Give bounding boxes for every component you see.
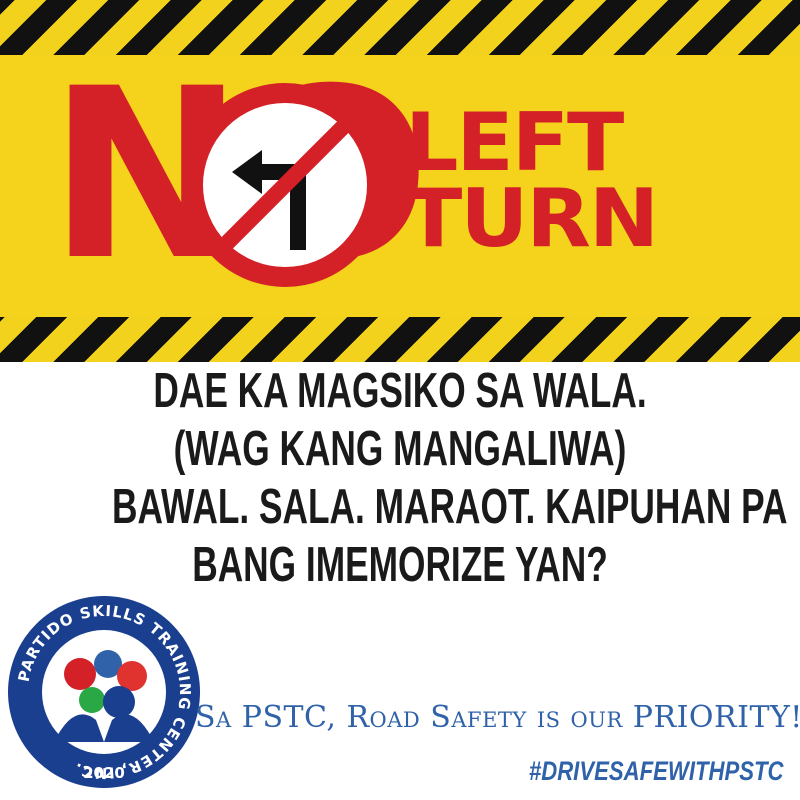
message-line-3: BAWAL. SALA. MARAOT. KAIPUHAN PA xyxy=(112,480,788,534)
no-left-turn-sign-icon xyxy=(183,83,387,287)
message-line-2: (WAG KANG MANGALIWA) xyxy=(173,422,627,476)
pstc-logo: PARTIDO SKILLS TRAINING CENTER, INC. 202… xyxy=(8,596,200,788)
turn-word: TURN xyxy=(405,172,659,265)
left-word: LEFT xyxy=(405,96,624,189)
message-line-4: BANG IMEMORIZE YAN? xyxy=(192,538,608,592)
logo-year: 2020 xyxy=(83,764,125,782)
tagline: Sa PSTC, Road Safety is our PRIORITY! xyxy=(195,700,800,735)
left-turn-heading: LEFT TURN xyxy=(405,103,659,259)
hashtag: #DRIVESAFEWITHPSTC xyxy=(529,756,784,786)
message-line-1: DAE KA MAGSIKO SA WALA. xyxy=(153,364,647,418)
message-text: DAE KA MAGSIKO SA WALA. (WAG KANG MANGAL… xyxy=(0,362,800,594)
hazard-stripe-bottom xyxy=(0,317,800,362)
